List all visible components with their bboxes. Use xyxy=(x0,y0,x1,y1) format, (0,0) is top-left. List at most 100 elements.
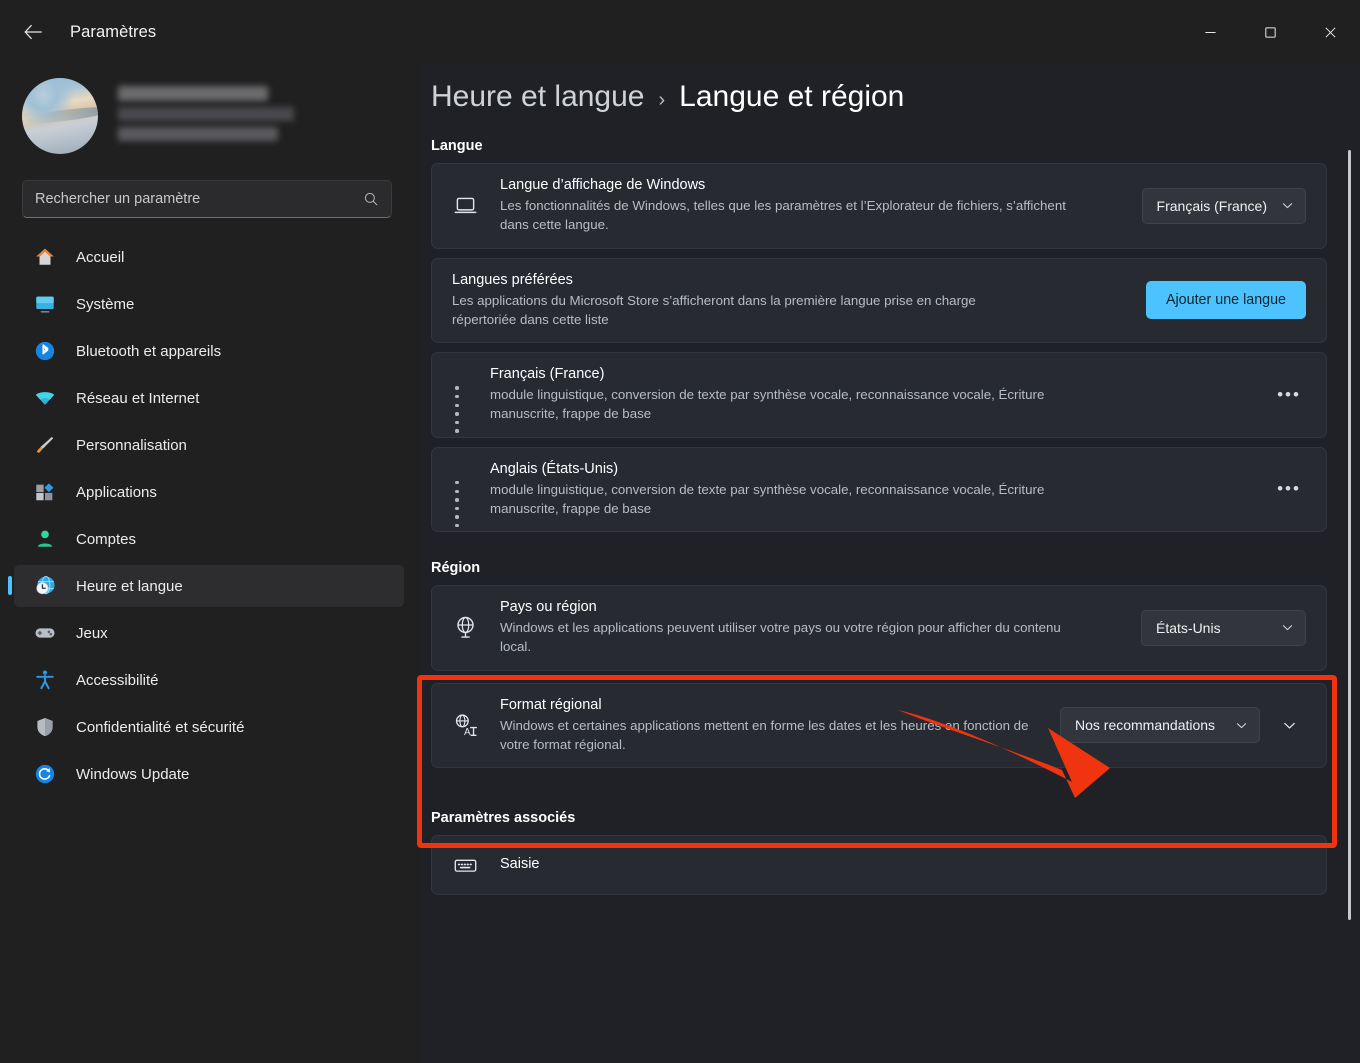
search-box[interactable] xyxy=(22,180,392,218)
drag-handle-icon[interactable] xyxy=(452,478,466,528)
add-language-button[interactable]: Ajouter une langue xyxy=(1145,281,1306,320)
globe-icon xyxy=(452,615,478,641)
dropdown-value: Français (France) xyxy=(1156,197,1267,214)
sidebar-item-reseau[interactable]: Réseau et Internet xyxy=(14,377,404,419)
sidebar-item-heure-et-langue[interactable]: Heure et langue xyxy=(8,565,404,607)
globe-translate-icon: A xyxy=(452,712,478,738)
app-title: Paramètres xyxy=(70,22,157,41)
related-item-saisie[interactable]: Saisie xyxy=(431,835,1327,896)
card-description: Les fonctionnalités de Windows, telles q… xyxy=(500,198,1066,233)
accessibility-icon xyxy=(34,669,56,691)
regional-format-card[interactable]: A Format régional Windows et certaines a… xyxy=(431,682,1327,769)
sidebar-item-windows-update[interactable]: Windows Update xyxy=(14,753,404,795)
redacted-line xyxy=(118,106,294,121)
card-heading: Format régional xyxy=(500,696,602,713)
country-region-dropdown[interactable]: États-Unis xyxy=(1141,609,1306,646)
sidebar-item-label: Applications xyxy=(76,483,157,501)
wifi-icon xyxy=(34,387,56,409)
language-list-item-english[interactable]: Anglais (États-Unis) module linguistique… xyxy=(431,446,1327,533)
account-name-redacted xyxy=(118,85,294,147)
sidebar-nav: Accueil Système Bluetooth et appareils R… xyxy=(0,236,418,795)
home-icon xyxy=(34,246,56,268)
sidebar-item-personnalisation[interactable]: Personnalisation xyxy=(14,424,404,466)
display-language-card[interactable]: Langue d’affichage de Windows Les foncti… xyxy=(431,163,1327,249)
maximize-button[interactable] xyxy=(1240,0,1300,64)
redacted-line xyxy=(118,126,278,141)
country-region-text: Pays ou région Windows et les applicatio… xyxy=(500,586,1141,670)
account-header[interactable] xyxy=(22,78,418,154)
regional-format-expand-button[interactable] xyxy=(1272,708,1306,742)
sidebar-item-label: Personnalisation xyxy=(76,436,187,454)
sidebar-item-accessibilite[interactable]: Accessibilité xyxy=(14,659,404,701)
drag-handle-icon[interactable] xyxy=(452,384,466,433)
language-more-options-button[interactable]: ••• xyxy=(1272,380,1306,410)
section-title-langue: Langue xyxy=(431,138,483,154)
dropdown-value: États-Unis xyxy=(1156,619,1221,636)
back-arrow-icon xyxy=(24,24,42,40)
sidebar-item-confidentialite[interactable]: Confidentialité et sécurité xyxy=(14,706,404,748)
language-item-text: Français (France) module linguistique, c… xyxy=(490,353,1272,437)
regional-format-text: Format régional Windows et certaines app… xyxy=(500,684,1060,768)
sidebar-item-accueil[interactable]: Accueil xyxy=(14,236,404,278)
card-description: Les applications du Microsoft Store s’af… xyxy=(452,292,976,327)
apps-icon xyxy=(34,481,56,503)
window-controls xyxy=(1180,0,1360,64)
title-bar: Paramètres xyxy=(0,0,1360,64)
language-features: module linguistique, conversion de texte… xyxy=(490,387,1045,422)
card-description: Windows et les applications peuvent util… xyxy=(500,620,1061,655)
breadcrumb-parent[interactable]: Heure et langue xyxy=(431,80,645,114)
language-more-options-button[interactable]: ••• xyxy=(1272,474,1306,504)
chevron-down-icon xyxy=(1283,722,1295,729)
svg-text:A: A xyxy=(463,727,470,738)
sidebar-item-label: Jeux xyxy=(76,624,108,642)
card-heading: Langue d’affichage de Windows xyxy=(500,177,706,193)
sidebar-item-label: Système xyxy=(76,295,135,313)
sidebar-item-label: Heure et langue xyxy=(76,577,183,595)
breadcrumb-separator: › xyxy=(658,89,666,111)
bluetooth-icon xyxy=(34,340,56,362)
dropdown-value: Nos recommandations xyxy=(1075,717,1216,734)
card-heading: Saisie xyxy=(500,855,540,872)
update-refresh-icon xyxy=(34,763,56,785)
laptop-icon xyxy=(452,193,478,219)
back-button[interactable] xyxy=(12,14,54,50)
card-description: Windows et certaines applications metten… xyxy=(500,717,1029,752)
sidebar-item-label: Bluetooth et appareils xyxy=(76,342,222,360)
gamepad-icon xyxy=(34,622,56,644)
system-monitor-icon xyxy=(34,293,56,315)
breadcrumb: Heure et langue › Langue et région xyxy=(431,80,1360,114)
language-features: module linguistique, conversion de texte… xyxy=(490,481,1045,516)
sidebar-item-label: Confidentialité et sécurité xyxy=(76,718,245,736)
card-heading: Langues préférées xyxy=(452,271,573,288)
sidebar-item-systeme[interactable]: Système xyxy=(14,283,404,325)
sidebar-item-label: Windows Update xyxy=(76,765,190,783)
chevron-down-icon xyxy=(1282,625,1293,631)
language-list-item-french[interactable]: Français (France) module linguistique, c… xyxy=(431,352,1327,438)
person-icon xyxy=(34,528,56,550)
display-language-dropdown[interactable]: Français (France) xyxy=(1141,187,1306,224)
maximize-icon xyxy=(1264,26,1276,38)
language-item-text: Anglais (États-Unis) module linguistique… xyxy=(490,448,1272,532)
sidebar-item-comptes[interactable]: Comptes xyxy=(14,518,404,560)
sidebar-item-jeux[interactable]: Jeux xyxy=(14,612,404,654)
breadcrumb-current: Langue et région xyxy=(679,80,905,113)
country-region-card[interactable]: Pays ou région Windows et les applicatio… xyxy=(431,585,1327,671)
sidebar-item-label: Accueil xyxy=(76,248,125,266)
sidebar-item-bluetooth[interactable]: Bluetooth et appareils xyxy=(14,330,404,372)
close-button[interactable] xyxy=(1300,0,1360,64)
vertical-scrollbar[interactable] xyxy=(1348,150,1351,920)
shield-icon xyxy=(34,716,56,738)
chevron-down-icon xyxy=(1282,203,1293,209)
section-title-region: Région xyxy=(431,560,481,577)
close-icon xyxy=(1324,26,1336,38)
search-input[interactable] xyxy=(35,191,363,207)
paintbrush-icon xyxy=(34,434,56,456)
card-heading: Pays ou région xyxy=(500,599,597,616)
sidebar-item-label: Réseau et Internet xyxy=(76,389,200,407)
display-language-text: Langue d’affichage de Windows Les foncti… xyxy=(500,164,1142,248)
minimize-button[interactable] xyxy=(1180,0,1240,64)
keyboard-icon xyxy=(452,852,478,878)
sidebar-item-applications[interactable]: Applications xyxy=(14,471,404,513)
avatar xyxy=(22,78,98,154)
regional-format-dropdown[interactable]: Nos recommandations xyxy=(1060,707,1260,744)
